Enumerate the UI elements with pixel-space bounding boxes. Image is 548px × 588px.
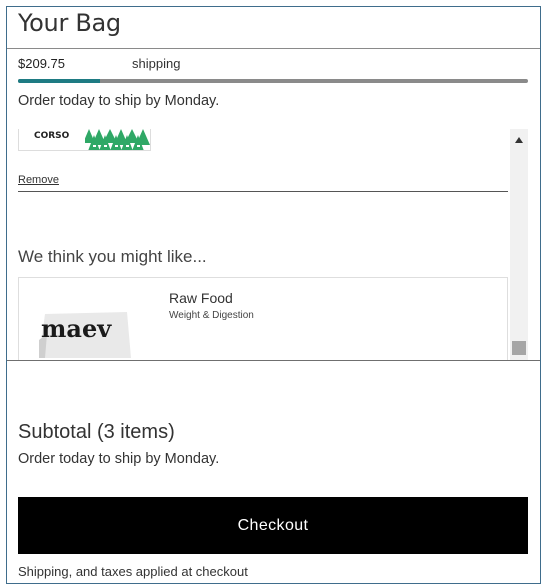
subtotal-title: Subtotal (3 items)	[18, 421, 175, 443]
recommendation-card[interactable]: maev Raw Food Weight & Digestion	[18, 277, 508, 360]
tree-pattern-icon	[85, 129, 150, 150]
subtotal-ship-note: Order today to ship by Monday.	[18, 451, 220, 467]
cart-items-scroll-area[interactable]: CORSO Remove We think you might like... …	[7, 129, 540, 361]
cart-item-image: CORSO	[18, 129, 151, 151]
recommendations-heading: We think you might like...	[18, 247, 207, 266]
item-divider	[18, 191, 508, 192]
checkout-button[interactable]: Checkout	[18, 497, 528, 554]
cart-title: Your Bag	[18, 9, 121, 37]
recommendation-subtitle: Weight & Digestion	[169, 310, 254, 321]
cart-header: Your Bag	[7, 7, 540, 49]
svg-text:maev: maev	[41, 314, 112, 343]
recommendation-name[interactable]: Raw Food	[169, 290, 233, 306]
scrollbar[interactable]	[510, 129, 528, 360]
shipping-amount: $209.75	[18, 56, 65, 71]
checkout-footnote: Shipping, and taxes applied at checkout	[18, 564, 248, 579]
ship-by-note: Order today to ship by Monday.	[18, 93, 220, 109]
shipping-label: shipping	[132, 56, 181, 71]
cart-item-brand: CORSO	[34, 131, 70, 141]
scrollbar-thumb[interactable]	[512, 341, 526, 355]
shipping-progress-bar	[18, 79, 528, 83]
shipping-progress-fill	[18, 79, 100, 83]
scroll-up-arrow-icon[interactable]	[515, 137, 523, 143]
cart-drawer: Your Bag $209.75 shipping Order today to…	[6, 6, 541, 584]
remove-item-link[interactable]: Remove	[18, 174, 59, 186]
shipping-threshold-row: $209.75 shipping	[18, 55, 530, 75]
maev-product-thumbnail[interactable]: maev	[39, 310, 131, 358]
